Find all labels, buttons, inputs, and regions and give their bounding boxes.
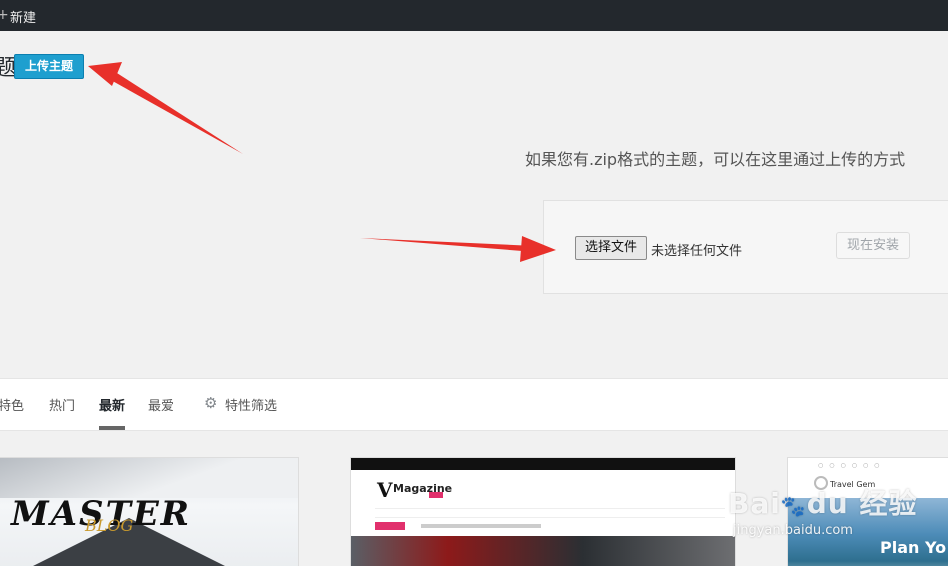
theme-preview-menu — [375, 508, 725, 518]
theme-preview-hero — [351, 536, 735, 566]
admin-bar: + 新建 — [0, 0, 948, 31]
new-menu-item[interactable]: 新建 — [10, 7, 36, 26]
theme-logo-text: Magazine — [393, 482, 453, 495]
install-now-button[interactable]: 现在安装 — [836, 232, 910, 259]
feature-filter-link[interactable]: 特性筛选 — [225, 395, 277, 414]
theme-filter-bar: 特色 热门 最新 最爱 ⚙ 特性筛选 — [0, 378, 948, 431]
tab-popular[interactable]: 热门 — [49, 395, 75, 414]
upload-theme-button[interactable]: 上传主题 — [14, 54, 85, 79]
watermark-logo: Bai🐾du 经验 — [728, 487, 918, 520]
file-status-text: 未选择任何文件 — [651, 244, 743, 259]
watermark-url: jingyan.baidu.com — [733, 523, 853, 538]
theme-card-subtitle: BLOG — [85, 516, 134, 535]
theme-headline: Plan Yo — [880, 538, 947, 557]
tab-featured[interactable]: 特色 — [0, 395, 24, 414]
mountain-image — [0, 458, 298, 498]
plus-icon[interactable]: + — [0, 7, 9, 23]
upload-description: 如果您有.zip格式的主题，可以在这里通过上传的方式 — [525, 150, 906, 169]
tab-latest[interactable]: 最新 — [99, 395, 125, 414]
theme-preview-topnav — [351, 458, 735, 470]
theme-card-vmagazine[interactable]: V Magazine — [350, 457, 736, 566]
choose-file-button[interactable]: 选择文件 — [575, 236, 647, 260]
active-tab-indicator — [99, 426, 125, 430]
theme-logo-badge — [429, 492, 443, 498]
arrow-to-choose-file — [360, 236, 556, 262]
theme-preview-ticker — [375, 522, 405, 530]
arrow-to-upload-theme — [88, 62, 243, 154]
theme-logo-mark: V — [377, 478, 393, 502]
social-icons: ○○○○○○ — [818, 462, 886, 469]
gear-icon[interactable]: ⚙ — [204, 394, 217, 412]
tab-favorites[interactable]: 最爱 — [148, 395, 174, 414]
theme-preview-ticker-line — [421, 524, 541, 528]
theme-card-master-blog[interactable]: MASTER BLOG — [0, 457, 299, 566]
